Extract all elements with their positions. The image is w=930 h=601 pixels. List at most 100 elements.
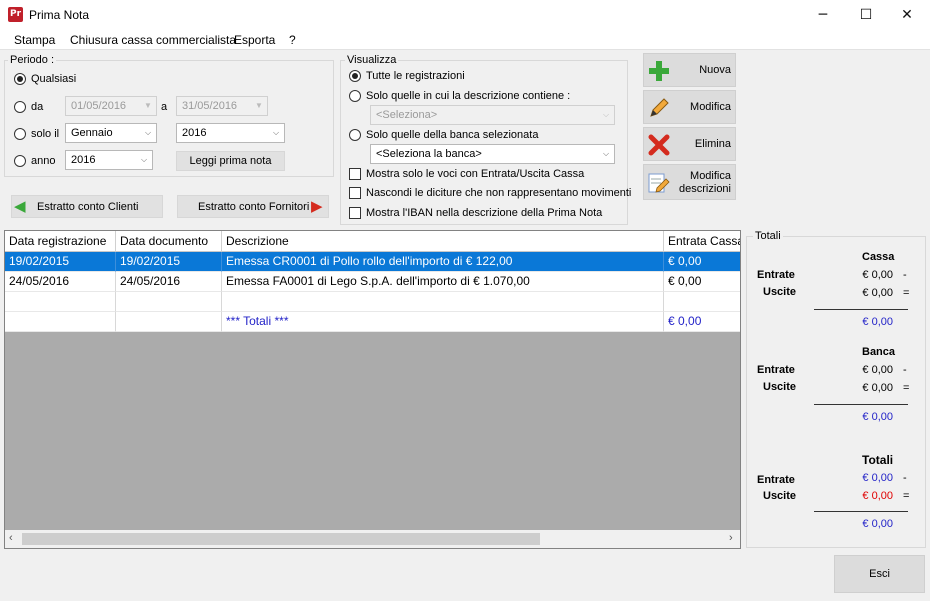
cassa-saldo-value: € 0,00 bbox=[862, 316, 893, 328]
totali-title: Totali bbox=[862, 453, 894, 467]
estratto-clienti-label: Estratto conto Clienti bbox=[37, 201, 139, 213]
equals-sign: = bbox=[903, 382, 910, 394]
descrizione-select-value: <Seleziona> bbox=[376, 109, 438, 121]
modifica-descrizioni-button[interactable]: Modifica descrizioni bbox=[643, 164, 736, 200]
cassa-entrate-value: € 0,00 bbox=[862, 269, 893, 281]
maximize-button[interactable]: ☐ bbox=[843, 0, 889, 30]
divider bbox=[814, 404, 908, 405]
arrow-left-icon: ◀ bbox=[14, 198, 26, 215]
nuova-button[interactable]: Nuova bbox=[643, 53, 736, 87]
descrizione-select[interactable]: <Seleziona> ⌵ bbox=[370, 105, 615, 125]
checkbox-entrata-uscita-cassa[interactable] bbox=[349, 168, 361, 180]
cassa-title: Cassa bbox=[862, 251, 895, 263]
table-row-cell[interactable] bbox=[5, 312, 116, 332]
banca-saldo-value: € 0,00 bbox=[862, 411, 893, 423]
table-row-cell[interactable]: 19/02/2015 bbox=[116, 252, 222, 272]
tutte-label: Tutte le registrazioni bbox=[366, 70, 465, 82]
table-row-cell[interactable]: 24/05/2016 bbox=[116, 272, 222, 292]
da-date-value: 01/05/2016 bbox=[71, 100, 127, 112]
modifica-descrizioni-label-1: Modifica bbox=[690, 170, 731, 182]
esci-button[interactable]: Esci bbox=[834, 555, 925, 593]
radio-descrizione-contiene[interactable] bbox=[349, 90, 361, 102]
a-date-picker[interactable]: 31/05/2016 ▼ bbox=[176, 96, 268, 116]
minus-sign: - bbox=[903, 364, 907, 376]
table-row-cell[interactable]: € 0,00 bbox=[664, 252, 740, 272]
close-button[interactable]: ✕ bbox=[884, 0, 930, 30]
totals-row-value[interactable]: € 0,00 bbox=[664, 312, 740, 332]
totals-row-label[interactable]: *** Totali *** bbox=[222, 312, 664, 332]
totali-entrate-label: Entrate bbox=[757, 474, 795, 486]
radio-anno[interactable] bbox=[14, 155, 26, 167]
table-row-cell[interactable]: 24/05/2016 bbox=[5, 272, 116, 292]
title-bar: Pr Prima Nota ─ ☐ ✕ bbox=[0, 0, 930, 30]
anno-select[interactable]: 2016 ⌵ bbox=[65, 150, 153, 170]
column-header-descrizione[interactable]: Descrizione bbox=[222, 231, 664, 252]
plus-icon bbox=[649, 61, 669, 81]
mese-select[interactable]: Gennaio ⌵ bbox=[65, 123, 157, 143]
menu-help[interactable]: ? bbox=[289, 33, 296, 47]
edit-note-icon bbox=[648, 173, 670, 193]
estratto-fornitori-button[interactable]: Estratto conto Fornitori ▶ bbox=[177, 195, 329, 218]
checkbox-mostra-iban[interactable] bbox=[349, 207, 361, 219]
solo-il-label: solo il bbox=[31, 128, 60, 140]
mese-value: Gennaio bbox=[71, 127, 113, 139]
radio-solo-il[interactable] bbox=[14, 128, 26, 140]
scrollbar-thumb[interactable] bbox=[22, 533, 540, 545]
cassa-entrate-label: Entrate bbox=[757, 269, 795, 281]
table-row-cell[interactable]: € 0,00 bbox=[664, 272, 740, 292]
minus-sign: - bbox=[903, 472, 907, 484]
radio-da[interactable] bbox=[14, 101, 26, 113]
column-header-entrata-cassa[interactable]: Entrata Cassa bbox=[664, 231, 740, 252]
table-row-cell[interactable] bbox=[5, 292, 116, 312]
modifica-button[interactable]: Modifica bbox=[643, 90, 736, 124]
column-header-data-registrazione[interactable]: Data registrazione bbox=[5, 231, 116, 252]
da-date-picker[interactable]: 01/05/2016 ▼ bbox=[65, 96, 157, 116]
minimize-button[interactable]: ─ bbox=[800, 0, 846, 30]
scroll-left-icon[interactable]: ‹ bbox=[9, 532, 13, 544]
chevron-down-icon: ⌵ bbox=[144, 128, 152, 137]
chevron-down-icon: ⌵ bbox=[602, 149, 610, 158]
chevron-down-icon: ⌵ bbox=[272, 128, 280, 137]
pencil-icon bbox=[650, 98, 669, 117]
banca-select-value: <Seleziona la banca> bbox=[376, 148, 482, 160]
anno-mese-value: 2016 bbox=[182, 127, 207, 139]
minus-sign: - bbox=[903, 269, 907, 281]
table-row-cell[interactable]: Emessa CR0001 di Pollo rollo dell'import… bbox=[222, 252, 664, 272]
cassa-uscite-value: € 0,00 bbox=[862, 287, 893, 299]
table-row-cell[interactable] bbox=[116, 292, 222, 312]
table-row-cell[interactable] bbox=[222, 292, 664, 312]
radio-banca-selezionata[interactable] bbox=[349, 129, 361, 141]
totali-panel-label: Totali bbox=[753, 230, 783, 242]
equals-sign: = bbox=[903, 287, 910, 299]
table-row-cell[interactable]: Emessa FA0001 di Lego S.p.A. dell'import… bbox=[222, 272, 664, 292]
banca-select[interactable]: <Seleziona la banca> ⌵ bbox=[370, 144, 615, 164]
cassa-uscite-label: Uscite bbox=[763, 286, 797, 298]
horizontal-scrollbar[interactable]: ‹ › bbox=[5, 530, 740, 548]
elimina-button[interactable]: Elimina bbox=[643, 127, 736, 161]
table-row-cell[interactable]: 19/02/2015 bbox=[5, 252, 116, 272]
table-row-cell[interactable] bbox=[664, 292, 740, 312]
banca-entrate-value: € 0,00 bbox=[862, 364, 893, 376]
totali-saldo-value: € 0,00 bbox=[862, 518, 893, 530]
qualsiasi-label: Qualsiasi bbox=[31, 73, 77, 85]
checkbox-nascondi-diciture[interactable] bbox=[349, 187, 361, 199]
menu-chiusura-cassa[interactable]: Chiusura cassa commercialista bbox=[70, 33, 236, 47]
leggi-prima-nota-button[interactable]: Leggi prima nota bbox=[176, 151, 285, 171]
totali-entrate-value: € 0,00 bbox=[862, 472, 893, 484]
prima-nota-grid[interactable]: Data registrazione Data documento Descri… bbox=[4, 230, 741, 549]
chevron-down-icon: ▼ bbox=[255, 101, 263, 110]
table-row-cell[interactable] bbox=[116, 312, 222, 332]
column-header-data-documento[interactable]: Data documento bbox=[116, 231, 222, 252]
delete-x-icon bbox=[648, 134, 670, 156]
menu-stampa[interactable]: Stampa bbox=[14, 33, 55, 47]
anno-mese-select[interactable]: 2016 ⌵ bbox=[176, 123, 285, 143]
radio-qualsiasi[interactable] bbox=[14, 73, 26, 85]
scroll-right-icon[interactable]: › bbox=[729, 532, 733, 544]
menu-esporta[interactable]: Esporta bbox=[234, 33, 275, 47]
entrata-uscita-cassa-label: Mostra solo le voci con Entrata/Uscita C… bbox=[366, 168, 585, 180]
estratto-clienti-button[interactable]: ◀ Estratto conto Clienti bbox=[11, 195, 163, 218]
banca-selezionata-label: Solo quelle della banca selezionata bbox=[366, 129, 539, 141]
radio-tutte[interactable] bbox=[349, 70, 361, 82]
banca-entrate-label: Entrate bbox=[757, 364, 795, 376]
da-label: da bbox=[31, 101, 44, 113]
